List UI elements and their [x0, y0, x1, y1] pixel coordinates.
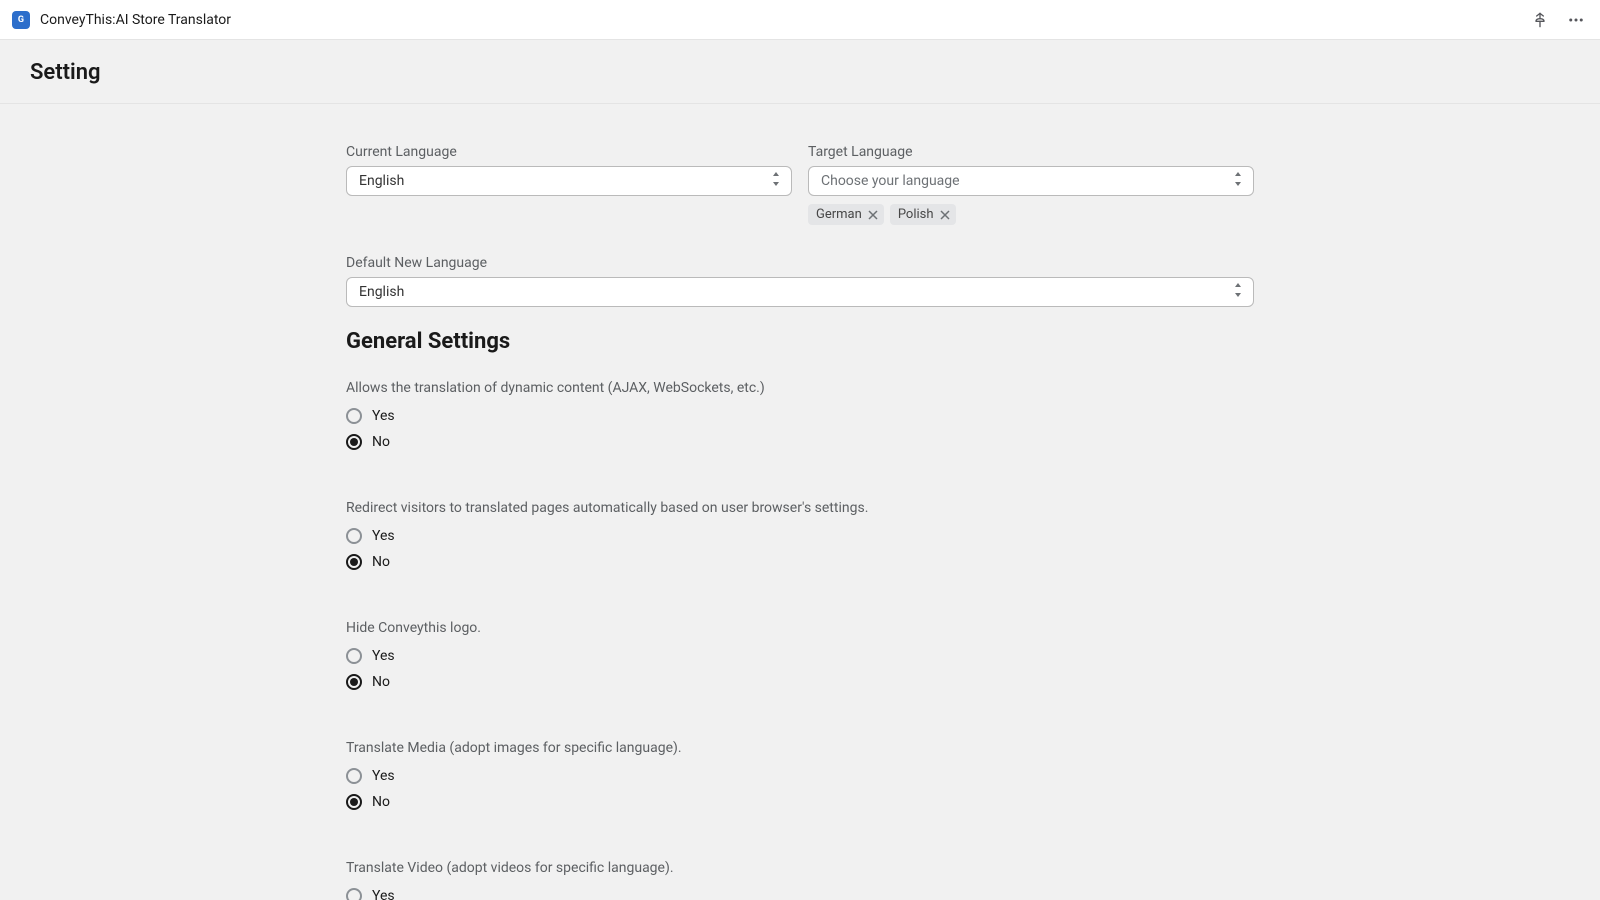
radio-label: Yes: [372, 768, 395, 784]
pin-button[interactable]: [1530, 10, 1550, 30]
target-language-label: Target Language: [808, 144, 1254, 160]
language-tag-label: German: [816, 207, 862, 222]
target-language-field: Target Language Choose your language Ger…: [808, 144, 1254, 225]
app-title: ConveyThis:AI Store Translator: [40, 12, 231, 28]
radio-indicator: [346, 768, 362, 784]
close-icon: [940, 210, 950, 220]
target-language-tags: German Polish: [808, 204, 1254, 225]
target-language-placeholder: Choose your language: [808, 166, 1254, 196]
radio-option-no[interactable]: No: [346, 674, 1254, 690]
question-block: Translate Video (adopt videos for specif…: [346, 860, 1254, 900]
question-label: Translate Media (adopt images for specif…: [346, 740, 1254, 756]
question-label: Allows the translation of dynamic conten…: [346, 380, 1254, 396]
radio-indicator: [346, 528, 362, 544]
radio-label: Yes: [372, 528, 395, 544]
question-label: Translate Video (adopt videos for specif…: [346, 860, 1254, 876]
question-label: Hide Conveythis logo.: [346, 620, 1254, 636]
radio-label: No: [372, 674, 390, 690]
radio-label: No: [372, 794, 390, 810]
question-block: Redirect visitors to translated pages au…: [346, 500, 1254, 570]
current-language-field: Current Language English: [346, 144, 792, 225]
radio-label: Yes: [372, 888, 395, 900]
radio-indicator: [346, 794, 362, 810]
radio-label: No: [372, 554, 390, 570]
default-new-language-select[interactable]: English: [346, 277, 1254, 307]
language-tag: German: [808, 204, 884, 225]
radio-indicator: [346, 888, 362, 900]
language-row: Current Language English Target Language…: [346, 144, 1254, 225]
target-language-select[interactable]: Choose your language: [808, 166, 1254, 196]
radio-indicator: [346, 648, 362, 664]
remove-tag-button[interactable]: [940, 210, 950, 220]
topbar-left: G ConveyThis:AI Store Translator: [12, 11, 231, 29]
radio-option-yes[interactable]: Yes: [346, 648, 1254, 664]
current-language-value: English: [346, 166, 792, 196]
app-topbar: G ConveyThis:AI Store Translator: [0, 0, 1600, 40]
default-new-language-label: Default New Language: [346, 255, 1254, 271]
current-language-select[interactable]: English: [346, 166, 792, 196]
radio-label: Yes: [372, 648, 395, 664]
question-block: Hide Conveythis logo. Yes No: [346, 620, 1254, 690]
remove-tag-button[interactable]: [868, 210, 878, 220]
language-tag-label: Polish: [898, 207, 934, 222]
radio-option-no[interactable]: No: [346, 554, 1254, 570]
radio-indicator: [346, 674, 362, 690]
current-language-label: Current Language: [346, 144, 792, 160]
question-block: Allows the translation of dynamic conten…: [346, 380, 1254, 450]
default-new-language-field: Default New Language English: [346, 255, 1254, 307]
general-questions: Allows the translation of dynamic conten…: [346, 380, 1254, 900]
page-title: Setting: [30, 60, 1570, 85]
radio-option-yes[interactable]: Yes: [346, 888, 1254, 900]
question-label: Redirect visitors to translated pages au…: [346, 500, 1254, 516]
radio-option-yes[interactable]: Yes: [346, 768, 1254, 784]
general-settings-heading: General Settings: [346, 329, 1254, 354]
radio-label: Yes: [372, 408, 395, 424]
close-icon: [868, 210, 878, 220]
pin-icon: [1532, 12, 1548, 28]
radio-option-yes[interactable]: Yes: [346, 528, 1254, 544]
radio-option-yes[interactable]: Yes: [346, 408, 1254, 424]
topbar-right: [1530, 10, 1586, 30]
more-horizontal-icon: [1567, 11, 1585, 29]
radio-option-no[interactable]: No: [346, 794, 1254, 810]
radio-indicator: [346, 434, 362, 450]
content-area: Current Language English Target Language…: [0, 104, 1600, 900]
question-block: Translate Media (adopt images for specif…: [346, 740, 1254, 810]
app-logo-icon: G: [12, 11, 30, 29]
radio-option-no[interactable]: No: [346, 434, 1254, 450]
settings-form: Current Language English Target Language…: [346, 144, 1254, 900]
radio-label: No: [372, 434, 390, 450]
radio-indicator: [346, 554, 362, 570]
more-button[interactable]: [1566, 10, 1586, 30]
default-new-language-value: English: [346, 277, 1254, 307]
page-heading-area: Setting: [0, 40, 1600, 104]
language-tag: Polish: [890, 204, 956, 225]
radio-indicator: [346, 408, 362, 424]
